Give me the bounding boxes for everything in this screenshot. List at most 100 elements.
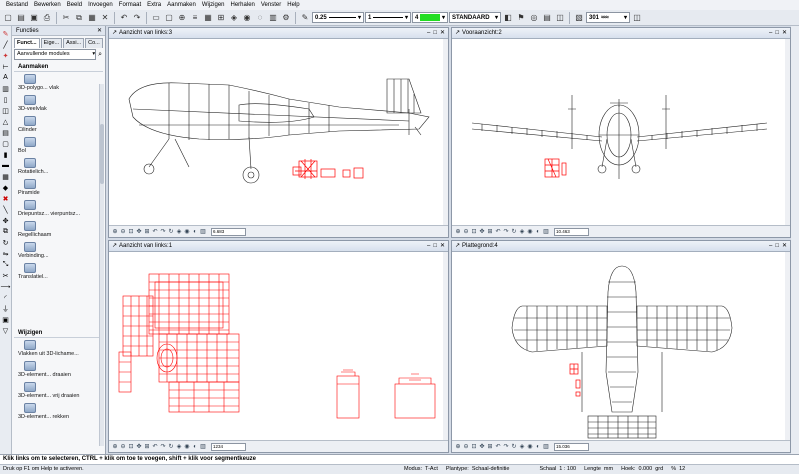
pattern-settings-icon[interactable]: ◫ — [631, 12, 643, 24]
zoom-in-icon[interactable]: ⊕ — [455, 229, 461, 235]
zoom-in-icon[interactable]: ⊕ — [112, 444, 118, 450]
zoom-window-icon[interactable]: ⊡ — [128, 229, 134, 235]
menu-item-wijzigen[interactable]: Wijzigen — [199, 0, 228, 10]
settings-icon[interactable]: ⚙ — [280, 12, 292, 24]
render-mode-icon[interactable]: ◉ — [184, 444, 190, 450]
menu-item-invoegen[interactable]: Invoegen — [85, 0, 116, 10]
render-mode-icon[interactable]: ◉ — [184, 229, 190, 235]
render-mode-icon[interactable]: ◉ — [527, 229, 533, 235]
next-view-icon[interactable]: ↷ — [503, 444, 509, 450]
pan-icon[interactable]: ✥ — [479, 444, 485, 450]
display-options-icon[interactable]: ▥ — [200, 229, 206, 235]
layer-filter-icon[interactable]: ◫ — [554, 12, 566, 24]
viewport-side-view-3[interactable]: ↗ Aanzicht van links:3 – □ ✕ ⊕ ⊖ ⊡ ✥ ⊞ ↶… — [108, 27, 449, 238]
layer-print-icon[interactable]: ▤ — [541, 12, 553, 24]
tool-item[interactable]: Driepuntsz... vierpuntsz... — [12, 198, 97, 219]
view-3d-icon[interactable]: ◈ — [519, 229, 525, 235]
menu-item-bewerken[interactable]: Bewerken — [31, 0, 64, 10]
search-icon[interactable]: ⌕ — [98, 51, 102, 59]
grid-icon[interactable]: ▦ — [202, 12, 214, 24]
close-icon[interactable]: ✕ — [440, 241, 445, 251]
maximize-icon[interactable]: □ — [433, 241, 437, 251]
layers-icon[interactable]: ≡ — [189, 12, 201, 24]
minimize-icon[interactable]: – — [427, 241, 430, 251]
line-type-select[interactable]: 1 ▾ — [365, 12, 411, 23]
view-rotate-icon[interactable]: ↻ — [511, 444, 517, 450]
open-folder-icon[interactable]: ▤ — [15, 12, 27, 24]
paste-icon[interactable]: ▦ — [86, 12, 98, 24]
text-icon[interactable]: A — [1, 73, 11, 82]
menu-item-help[interactable]: Help — [284, 0, 302, 10]
pencil-icon[interactable]: ✎ — [1, 29, 11, 38]
status-schaal[interactable]: Schaal 1 : 100 — [535, 465, 580, 474]
zoom-out-icon[interactable]: ⊖ — [463, 229, 469, 235]
viewport-scrollbar[interactable] — [785, 252, 790, 440]
next-view-icon[interactable]: ↷ — [503, 229, 509, 235]
close-icon[interactable]: ✕ — [782, 241, 787, 251]
minimize-icon[interactable]: – — [769, 241, 772, 251]
zoom-in-icon[interactable]: ⊕ — [455, 444, 461, 450]
viewport-scrollbar[interactable] — [443, 39, 448, 225]
menu-item-venster[interactable]: Venster — [258, 0, 284, 10]
cut-icon[interactable]: ✂ — [60, 12, 72, 24]
close-icon[interactable]: ✕ — [782, 28, 787, 38]
drawing-canvas[interactable] — [452, 39, 790, 225]
drawing-canvas[interactable] — [109, 39, 448, 225]
maximize-icon[interactable]: □ — [433, 28, 437, 38]
panel-tab-1[interactable]: Eige... — [40, 38, 63, 48]
menu-item-formaat[interactable]: Formaat — [116, 0, 144, 10]
status-lengte[interactable]: Lengte mm — [580, 465, 617, 474]
measure-icon[interactable]: ⊞ — [215, 12, 227, 24]
line-icon[interactable]: ╱ — [1, 40, 11, 49]
zoom-field[interactable]: 1234 — [211, 442, 246, 451]
viewport-side-view-1[interactable]: ↗ Aanzicht van links:1 – □ ✕ ⊕ ⊖ ⊡ ✥ ⊞ ↶… — [108, 240, 449, 453]
next-view-icon[interactable]: ↷ — [160, 229, 166, 235]
viewport-scrollbar[interactable] — [443, 252, 448, 440]
menu-item-aanmaken[interactable]: Aanmaken — [164, 0, 199, 10]
zoom-field[interactable]: 15.036 — [554, 442, 589, 451]
tool-item[interactable]: Translatiel... — [12, 261, 97, 282]
drawing-canvas[interactable] — [452, 252, 790, 440]
pattern-select[interactable]: 301 ≈≈≈ ▾ — [586, 12, 630, 23]
extend-icon[interactable]: ⟶ — [0, 282, 10, 291]
menu-item-herhalen[interactable]: Herhalen — [228, 0, 258, 10]
close-icon[interactable]: ✕ — [440, 28, 445, 38]
dimension-icon[interactable]: ⊢ — [1, 62, 11, 71]
delete-icon[interactable]: ✕ — [99, 12, 111, 24]
previous-view-icon[interactable]: ↶ — [152, 229, 158, 235]
door-icon[interactable]: ▯ — [1, 95, 11, 104]
tool-item[interactable]: 3D-veelvlak — [12, 93, 97, 114]
display-options-icon[interactable]: ▥ — [543, 444, 549, 450]
maximize-icon[interactable]: □ — [775, 241, 779, 251]
column-icon[interactable]: ▮ — [1, 150, 11, 159]
previous-view-icon[interactable]: ↶ — [152, 444, 158, 450]
beam-icon[interactable]: ▬ — [1, 161, 11, 170]
zoom-in-icon[interactable]: ⊕ — [112, 229, 118, 235]
hide-icon[interactable]: ◌ — [254, 12, 266, 24]
menu-item-beeld[interactable]: Beeld — [64, 0, 85, 10]
mirror-icon[interactable]: ⇋ — [1, 249, 11, 258]
filter-icon[interactable]: ⏚ — [1, 304, 11, 313]
close-icon[interactable]: ✕ — [97, 26, 102, 35]
solid-icon[interactable]: ◆ — [1, 183, 11, 192]
layer-props-icon[interactable]: ◧ — [502, 12, 514, 24]
next-view-icon[interactable]: ↷ — [160, 444, 166, 450]
zoom-out-icon[interactable]: ⊖ — [463, 444, 469, 450]
drawing-canvas[interactable] — [109, 252, 448, 440]
menu-item-bestand[interactable]: Bestand — [3, 0, 31, 10]
layer-visible-icon[interactable]: ◎ — [528, 12, 540, 24]
panel-tab-0[interactable]: Funct... — [14, 38, 40, 48]
zoom-window-icon[interactable]: ⊡ — [128, 444, 134, 450]
tool-item[interactable]: Bol — [12, 135, 97, 156]
tool-item[interactable]: Verbinding... — [12, 240, 97, 261]
zoom-extents-icon[interactable]: ⊞ — [487, 229, 493, 235]
zoom-window-icon[interactable]: ⊡ — [471, 444, 477, 450]
hatch-icon[interactable]: ▧ — [573, 12, 585, 24]
tool-item[interactable]: 3D-element... draaien — [12, 359, 97, 380]
print-icon[interactable]: ⎙ — [41, 12, 53, 24]
view-3d-icon[interactable]: ◈ — [228, 12, 240, 24]
hidden-line-icon[interactable]: ◐ — [192, 229, 198, 235]
tool-item[interactable]: Regellichaam — [12, 219, 97, 240]
undo-icon[interactable]: ↶ — [118, 12, 130, 24]
new-file-icon[interactable]: ▢ — [2, 12, 14, 24]
